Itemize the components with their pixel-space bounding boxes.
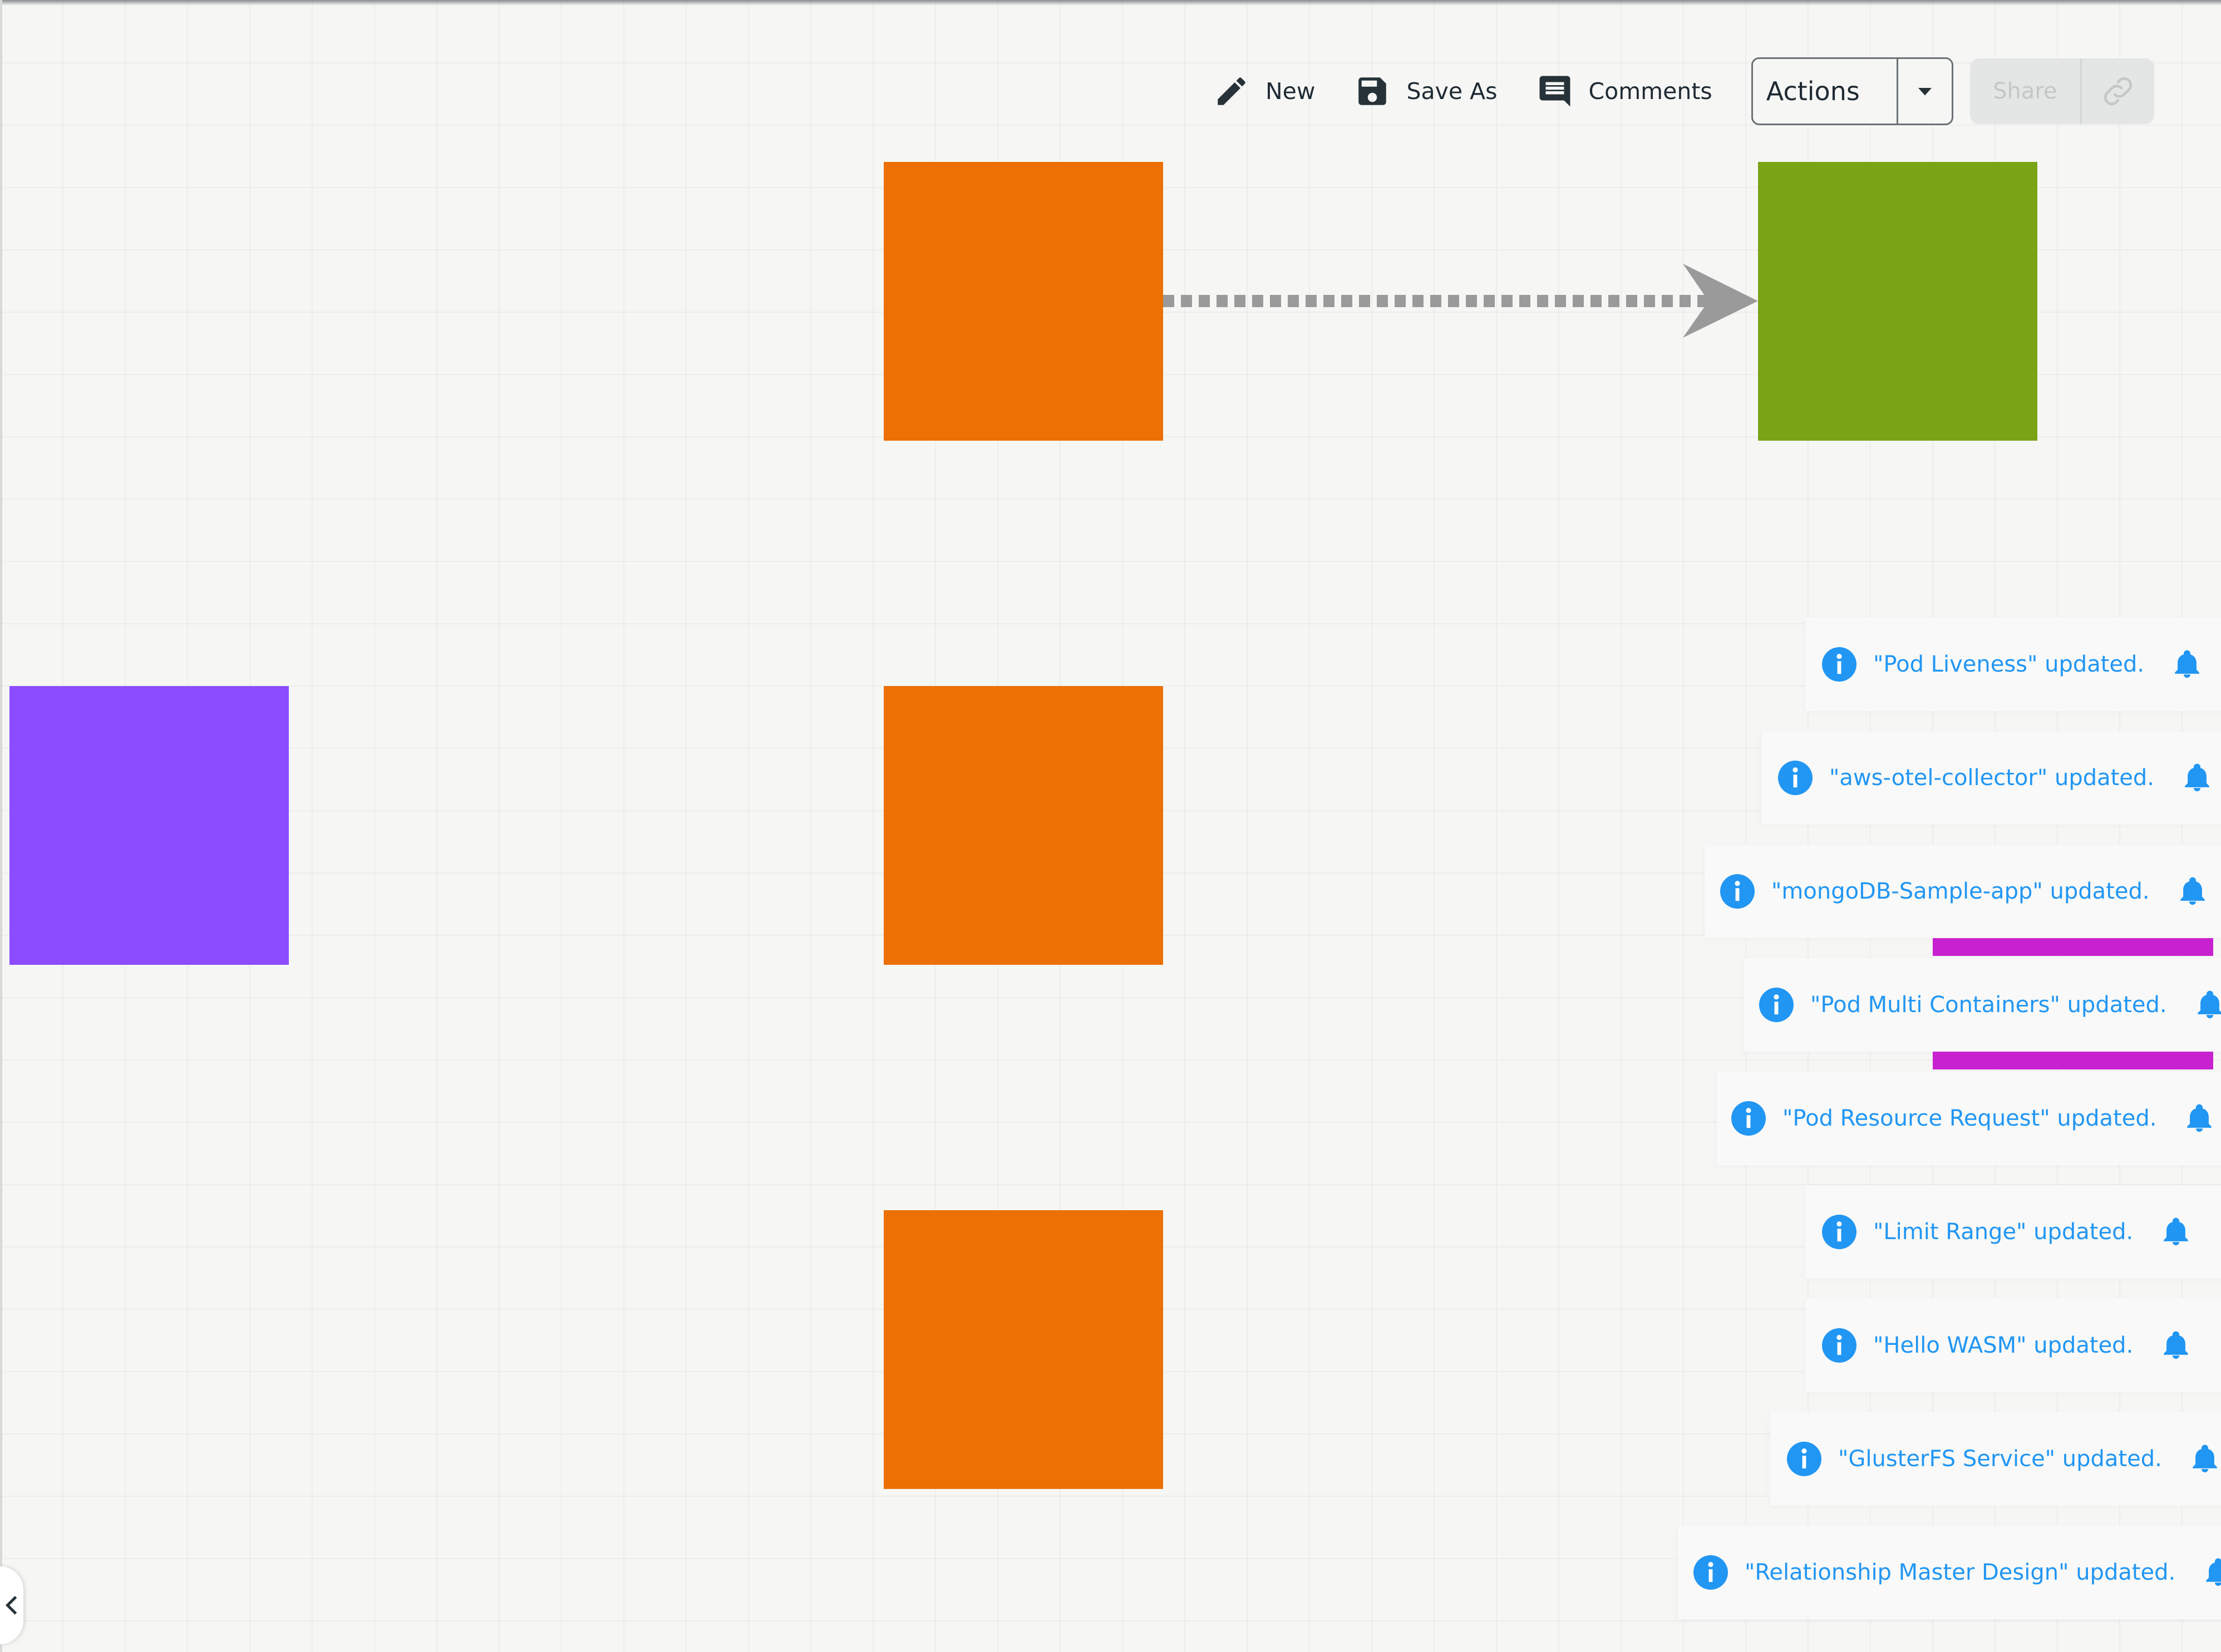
notification-item[interactable]: "Pod Liveness" updated. bbox=[1805, 618, 2221, 711]
notification-message: "aws-otel-collector" updated. bbox=[1829, 765, 2155, 791]
notification-item[interactable]: "Pod Resource Request" updated. bbox=[1717, 1072, 2221, 1165]
notification-message: "mongoDB-Sample-app" updated. bbox=[1771, 879, 2150, 904]
notification-message: "Relationship Master Design" updated. bbox=[1745, 1560, 2176, 1585]
notification-item[interactable]: "Limit Range" updated. bbox=[1805, 1185, 2221, 1279]
notification-item[interactable]: "Relationship Master Design" updated. bbox=[1678, 1526, 2221, 1619]
bell-icon[interactable] bbox=[2194, 988, 2221, 1022]
notification-message: "Pod Liveness" updated. bbox=[1873, 652, 2145, 677]
notification-progress-bar bbox=[1933, 1052, 2213, 1069]
notification-message: "Pod Resource Request" updated. bbox=[1782, 1106, 2157, 1131]
bell-icon[interactable] bbox=[2171, 647, 2203, 682]
notification-message: "Pod Multi Containers" updated. bbox=[1810, 992, 2167, 1018]
notification-message: "Hello WASM" updated. bbox=[1873, 1333, 2134, 1358]
notification-message: "GlusterFS Service" updated. bbox=[1838, 1446, 2162, 1472]
info-icon bbox=[1759, 988, 1794, 1022]
notification-item[interactable]: "aws-otel-collector" updated. bbox=[1761, 731, 2221, 825]
arrowhead-icon bbox=[1683, 264, 1758, 338]
notification-item[interactable]: "Pod Multi Containers" updated. bbox=[1744, 958, 2221, 1052]
info-icon bbox=[1778, 761, 1813, 795]
notification-item[interactable]: "mongoDB-Sample-app" updated. bbox=[1705, 845, 2221, 938]
notification-item[interactable]: "GlusterFS Service" updated. bbox=[1770, 1412, 2221, 1506]
info-icon bbox=[1822, 1328, 1856, 1363]
info-icon bbox=[1720, 874, 1755, 909]
info-icon bbox=[1731, 1101, 1766, 1136]
bell-icon[interactable] bbox=[2176, 874, 2209, 909]
sidebar-toggle-button[interactable] bbox=[0, 1566, 23, 1644]
info-icon bbox=[1787, 1442, 1821, 1476]
chevron-left-icon bbox=[5, 1596, 17, 1615]
notification-progress-bar bbox=[1933, 938, 2213, 956]
design-canvas[interactable]: New Save As Comments Actions Share "Pod … bbox=[0, 0, 2221, 1652]
notification-item[interactable]: "Hello WASM" updated. bbox=[1805, 1299, 2221, 1392]
info-icon bbox=[1822, 647, 1856, 682]
bell-icon[interactable] bbox=[2160, 1215, 2192, 1249]
info-icon bbox=[1693, 1555, 1728, 1590]
bell-icon[interactable] bbox=[2202, 1555, 2221, 1590]
bell-icon[interactable] bbox=[2189, 1442, 2221, 1476]
notification-message: "Limit Range" updated. bbox=[1873, 1219, 2134, 1245]
info-icon bbox=[1822, 1215, 1856, 1249]
bell-icon[interactable] bbox=[2183, 1101, 2215, 1136]
bell-icon[interactable] bbox=[2181, 761, 2213, 795]
dependency-edge[interactable] bbox=[0, 0, 2221, 1652]
bell-icon[interactable] bbox=[2160, 1328, 2192, 1363]
